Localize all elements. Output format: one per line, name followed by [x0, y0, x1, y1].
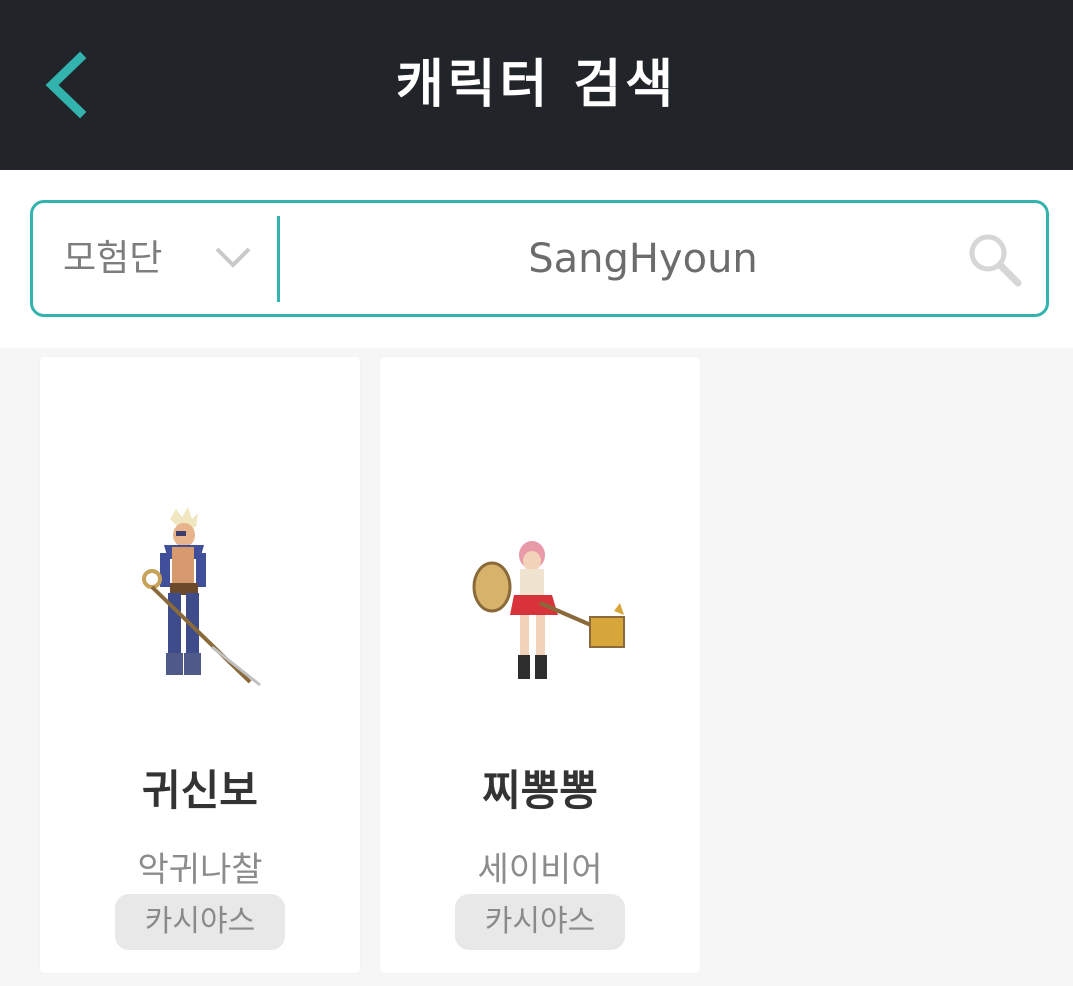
app-header: 캐릭터 검색: [0, 0, 1073, 170]
character-sprite-swordsman-icon: [142, 507, 261, 687]
search-divider: [277, 216, 280, 302]
page-title: 캐릭터 검색: [395, 55, 678, 115]
category-select-value: 모험단: [63, 238, 163, 279]
server-badge: 카시야스: [115, 894, 285, 950]
character-name: 귀신보: [142, 766, 258, 815]
server-badge: 카시야스: [455, 894, 625, 950]
character-job: 악귀나찰: [137, 850, 263, 890]
search-bar: 모험단: [30, 200, 1049, 317]
character-name: 찌뽕뽕: [482, 766, 598, 815]
character-card[interactable]: 귀신보 악귀나찰 카시야스: [40, 357, 360, 973]
category-select[interactable]: 모험단: [33, 203, 278, 314]
character-job: 세이비어: [477, 850, 603, 890]
character-sprite-hammer-knight-icon: [472, 541, 625, 679]
character-card[interactable]: 찌뽕뽕 세이비어 카시야스: [380, 357, 700, 973]
search-icon[interactable]: [966, 231, 1022, 287]
search-input[interactable]: [293, 213, 993, 304]
search-area: 모험단: [0, 170, 1073, 348]
chevron-down-icon: [215, 247, 251, 268]
